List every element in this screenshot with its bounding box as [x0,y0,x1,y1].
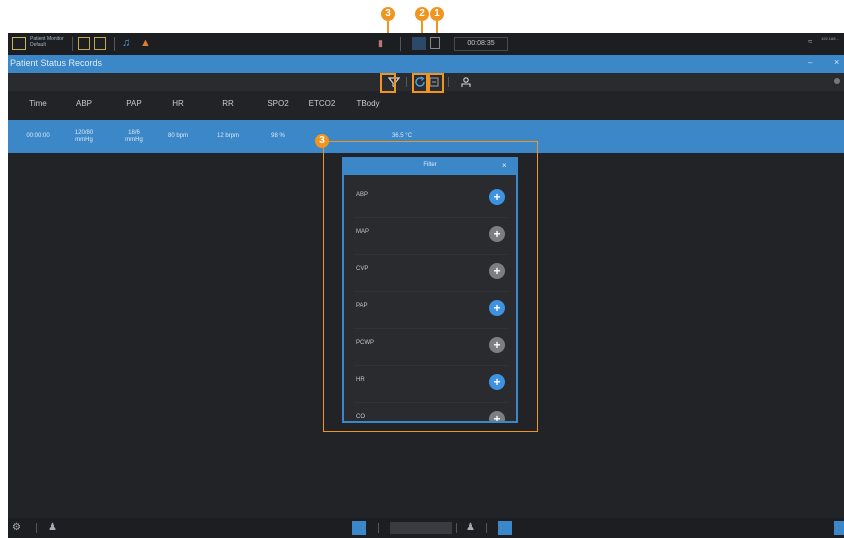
record-icon[interactable] [412,37,426,50]
table-header: Time ABP PAP HR RR SPO2 ETCO2 TBody [8,91,844,117]
tbody-value: 36.5 °C [391,133,413,139]
cell-pap: 18/6 mmHg [114,120,154,153]
abp-value: 120/80 [74,129,94,136]
print-icon [461,77,471,87]
divider [114,37,115,51]
pap-value: 18/6 [128,129,140,136]
callout-highlight-refresh [412,73,428,93]
callout-badge-refresh: 2 [415,7,429,21]
callout-highlight-filter [380,73,396,93]
alarm-icon[interactable]: ▮ [378,37,388,50]
bottom-bar: ⚙ ♟ ♟ [8,518,844,538]
minimize-button[interactable]: – [808,58,812,67]
pap-unit: mmHg [125,136,143,143]
options-icon[interactable] [834,78,840,84]
divider [406,77,407,87]
divider [486,523,487,533]
corner-button[interactable] [834,521,844,535]
cell-abp: 120/80 mmHg [64,120,104,153]
column-header[interactable]: SPO2 [258,91,298,117]
divider [378,523,379,533]
column-header[interactable]: Time [16,91,60,117]
print-button[interactable] [460,76,472,88]
alarm-pause-icon[interactable]: ▲ [140,37,152,50]
elapsed-timer: 00:08:35 [454,37,508,51]
cell-time: 00:00:00 [14,120,62,153]
hr-value: 80 bpm [167,133,188,139]
network-icon: ≈ [808,37,813,46]
column-header[interactable]: ABP [64,91,104,117]
cell-hr: 80 bpm [158,120,198,153]
monitor-layout-icon[interactable] [12,37,26,50]
window-titlebar: Patient Status Records – × [8,55,844,73]
column-header[interactable]: HR [158,91,198,117]
records-button[interactable] [352,521,366,535]
cell-spo2: 98 % [258,120,298,153]
screen-icon[interactable] [430,37,440,49]
callout-highlight-panel [323,141,538,432]
user-icon[interactable]: ♟ [466,521,475,535]
divider [36,523,37,533]
callout-badge-panel: 3 [315,134,329,148]
instructor-button[interactable] [498,521,512,535]
cell-rr: 12 brpm [204,120,252,153]
settings-icon[interactable]: ⚙ [12,521,21,535]
column-header[interactable]: ETCO2 [300,91,344,117]
window-title: Patient Status Records [10,58,103,68]
layout-split-icon[interactable] [94,37,106,50]
status-bar: Patient Monitor Default ♫ ▲ ▮ 00:08:35 ≈… [8,33,844,55]
divider [400,37,401,51]
patient-icon[interactable]: ♟ [48,521,57,535]
scenario-field[interactable] [390,522,452,534]
column-header[interactable]: RR [208,91,248,117]
monitor-name: Patient Monitor Default [30,36,66,48]
spo2-value: 98 % [271,133,285,139]
rr-value: 12 brpm [216,133,239,139]
column-header[interactable]: PAP [114,91,154,117]
abp-unit: mmHg [75,136,93,143]
monitor-name-line2: Default [30,42,46,48]
divider [456,523,457,533]
network-status: 192.168... [821,36,839,41]
callout-badge-clear: 1 [430,7,444,21]
time-value: 00:00:00 [26,133,50,139]
layout-grid-icon[interactable] [78,37,90,50]
close-button[interactable]: × [834,57,839,67]
sound-icon[interactable]: ♫ [122,37,134,50]
callout-highlight-clear [428,73,444,93]
annotated-screenshot: 3 2 1 Patient Monitor Default ♫ ▲ ▮ 00:0… [0,0,844,538]
callout-badge-filter: 3 [381,7,395,21]
divider [72,37,73,51]
divider [448,77,449,87]
column-header[interactable]: TBody [346,91,390,117]
